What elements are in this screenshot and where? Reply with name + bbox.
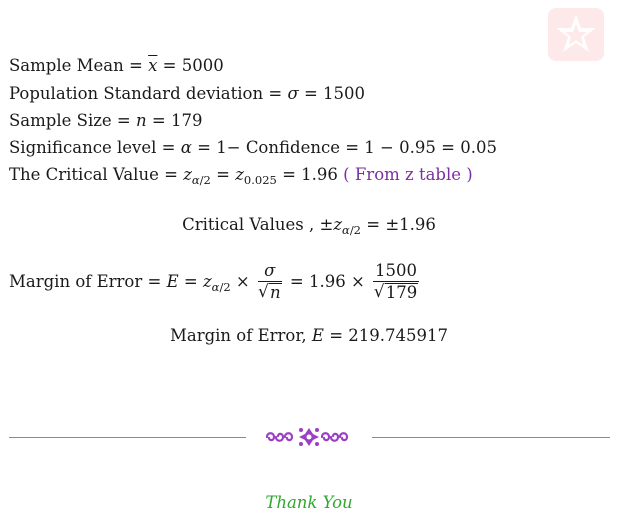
critical-value-line: The Critical Value = zα/2 = z0.025 = 1.9… — [9, 165, 473, 187]
fraction-numerator: 1500 — [373, 261, 420, 282]
sample-size-line: Sample Size = n = 179 — [9, 111, 203, 130]
margin-result-line: Margin of Error, E = 219.745917 — [169, 326, 449, 345]
value-fraction: 1500 √ 179 — [373, 261, 420, 302]
thank-you-text: Thank You — [265, 493, 353, 512]
sample-mean-value: 5000 — [181, 56, 224, 75]
significance-line: Significance level = α = 1− Confidence =… — [9, 138, 497, 157]
population-sd-line: Population Standard deviation = σ = 1500 — [9, 84, 366, 103]
critical-values-value: ±1.96 — [385, 215, 436, 234]
sigma-over-root-n: σ √ n — [257, 261, 282, 302]
population-sd-value: 1500 — [323, 84, 366, 103]
sample-size-value: 179 — [170, 111, 203, 130]
critical-values-line: Critical Values , ±zα/2 = ±1.96 — [182, 215, 436, 237]
significance-label: Significance level — [9, 138, 157, 157]
confidence-label: Confidence — [245, 138, 340, 157]
margin-result-label: Margin of Error, — [169, 326, 307, 345]
sample-mean-label: Sample Mean — [9, 56, 124, 75]
population-sd-label: Population Standard deviation — [9, 84, 264, 103]
margin-result-value: 219.745917 — [348, 326, 449, 345]
critical-value: 1.96 — [301, 165, 338, 184]
left-divider — [9, 437, 246, 438]
margin-z-value: 1.96 — [308, 272, 346, 291]
confidence-value: 0.95 — [399, 138, 436, 157]
margin-formula-line: Margin of Error = E = zα/2 × σ √ n = 1.96… — [9, 261, 420, 302]
critical-values-label: Critical Values , — [182, 215, 315, 234]
fraction-denominator: 179 — [384, 283, 419, 302]
critical-value-label: The Critical Value — [9, 165, 159, 184]
critical-subscript: 0.025 — [243, 173, 277, 187]
sample-mean-line: Sample Mean = x = 5000 — [9, 56, 224, 75]
margin-formula-label: Margin of Error — [9, 272, 143, 291]
floral-ornament-icon — [264, 425, 354, 449]
significance-value: 0.05 — [460, 138, 497, 157]
sample-size-label: Sample Size — [9, 111, 112, 130]
z-table-note: ( From z table ) — [343, 165, 473, 184]
star-logo-icon — [548, 8, 604, 61]
right-divider — [372, 437, 610, 438]
